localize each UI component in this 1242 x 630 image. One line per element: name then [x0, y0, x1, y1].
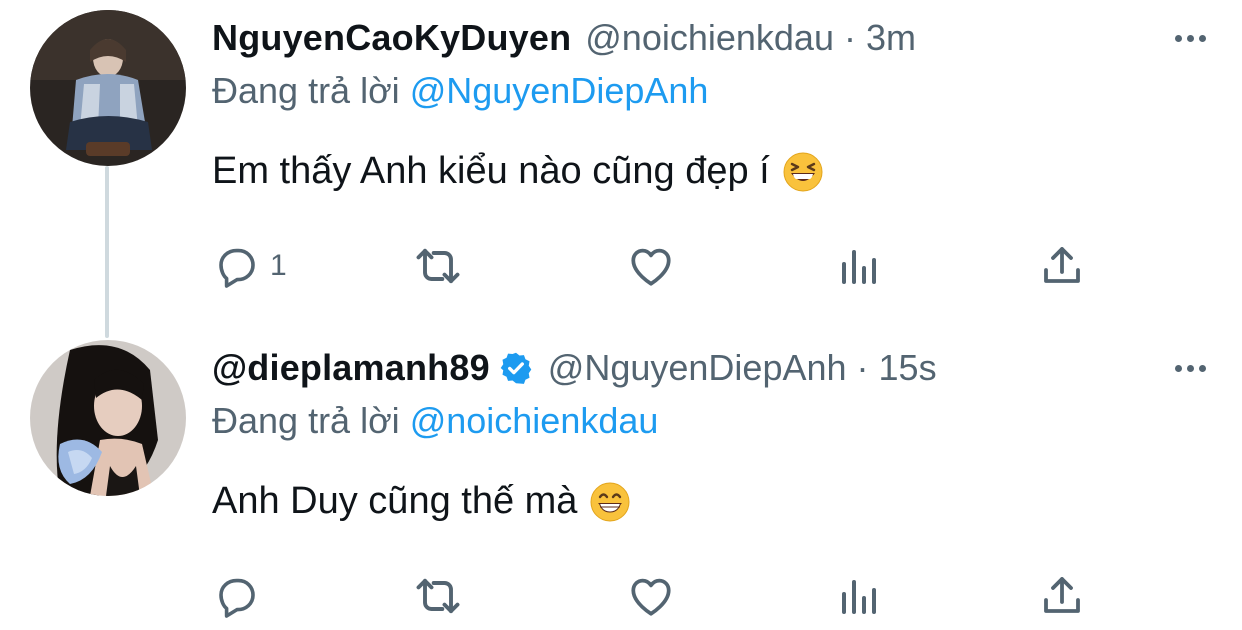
avatar[interactable]: [30, 10, 186, 166]
tweet-text-content: Em thấy Anh kiểu nào cũng đẹp í: [212, 150, 770, 192]
reply-mention-link[interactable]: @noichienkdau: [410, 400, 659, 441]
handle[interactable]: @NguyenDiepAnh: [548, 347, 847, 389]
more-icon[interactable]: [1170, 22, 1210, 54]
tweet-text: Em thấy Anh kiểu nào cũng đẹp í: [212, 150, 824, 193]
display-name[interactable]: NguyenCaoKyDuyen: [212, 17, 571, 59]
verified-badge-icon: [498, 350, 534, 386]
retweet-button[interactable]: [412, 568, 464, 624]
replying-to: Đang trả lời @NguyenDiepAnh: [212, 70, 708, 112]
reply-icon: [212, 242, 260, 290]
reply-button[interactable]: 1: [212, 238, 287, 294]
tweet-meta: @NguyenDiepAnh · 15s: [548, 347, 937, 389]
reply-icon: [212, 572, 260, 620]
tweet-header: @dieplamanh89 @NguyenDiepAnh · 15s: [212, 346, 1152, 390]
tweet-text: Anh Duy cũng thế mà: [212, 480, 631, 523]
reply-mention-link[interactable]: @NguyenDiepAnh: [410, 70, 709, 111]
analytics-button[interactable]: [834, 238, 882, 294]
retweet-icon: [412, 240, 464, 292]
replying-to-label: Đang trả lời: [212, 400, 400, 441]
share-icon: [1038, 242, 1086, 290]
reply-count: 1: [270, 249, 287, 282]
timestamp[interactable]: 3m: [866, 17, 916, 59]
retweet-button[interactable]: [412, 238, 464, 294]
beaming-face-emoji-icon: [589, 481, 631, 523]
tweet-header: NguyenCaoKyDuyen @noichienkdau · 3m: [212, 16, 1152, 60]
like-button[interactable]: [626, 568, 676, 624]
more-icon[interactable]: [1170, 352, 1210, 384]
timestamp[interactable]: 15s: [879, 347, 937, 389]
heart-icon: [626, 241, 676, 291]
analytics-icon: [834, 242, 882, 290]
tweet-text-content: Anh Duy cũng thế mà: [212, 480, 578, 522]
tweet-1: NguyenCaoKyDuyen @noichienkdau · 3m Đang…: [0, 0, 1242, 330]
replying-to-label: Đang trả lời: [212, 70, 400, 111]
tweet-actions: [212, 568, 1112, 624]
meta-separator: ·: [843, 17, 856, 58]
analytics-button[interactable]: [834, 568, 882, 624]
tweet-meta: @noichienkdau · 3m: [585, 17, 916, 59]
share-button[interactable]: [1038, 238, 1086, 294]
like-button[interactable]: [626, 238, 676, 294]
tweet-actions: 1: [212, 238, 1112, 294]
tweet-2: @dieplamanh89 @NguyenDiepAnh · 15s Đang …: [0, 330, 1242, 630]
display-name[interactable]: @dieplamanh89: [212, 347, 490, 389]
analytics-icon: [834, 572, 882, 620]
retweet-icon: [412, 570, 464, 622]
share-button[interactable]: [1038, 568, 1086, 624]
avatar[interactable]: [30, 340, 186, 496]
reply-button[interactable]: [212, 568, 270, 624]
meta-separator: ·: [856, 347, 869, 388]
grinning-squinting-face-emoji-icon: [782, 151, 824, 193]
handle[interactable]: @noichienkdau: [585, 17, 834, 59]
heart-icon: [626, 571, 676, 621]
replying-to: Đang trả lời @noichienkdau: [212, 400, 658, 442]
share-icon: [1038, 572, 1086, 620]
